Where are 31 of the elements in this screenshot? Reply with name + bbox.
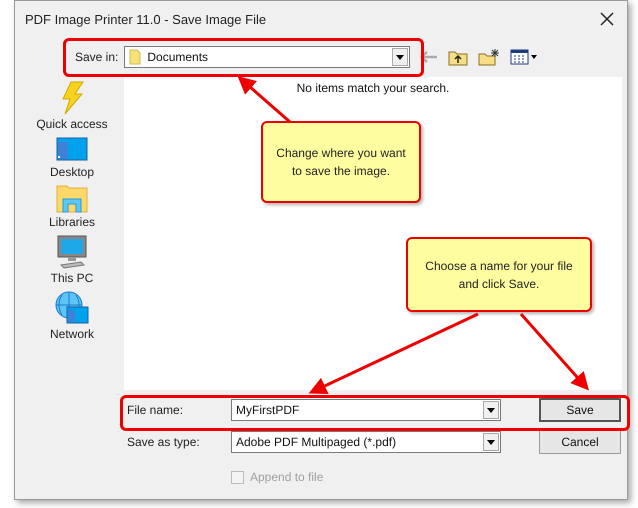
places-item[interactable]: Network (50, 291, 94, 341)
new-folder-icon[interactable] (478, 48, 500, 66)
file-name-field[interactable]: MyFirstPDF (231, 399, 501, 421)
save-in-dropdown[interactable]: Documents (124, 46, 410, 68)
file-name-label: File name: (127, 403, 184, 417)
view-menu-icon[interactable] (510, 49, 538, 65)
callout-note: Change where you want to save the image. (261, 121, 421, 203)
file-type-dropdown[interactable]: Adobe PDF Multipaged (*.pdf) (231, 431, 501, 453)
save-as-type-label: Save as type: (127, 435, 201, 449)
empty-message: No items match your search. (296, 81, 450, 97)
places-item[interactable]: This PC (50, 235, 94, 285)
places-item[interactable]: Quick access (36, 81, 108, 131)
close-icon[interactable] (600, 12, 614, 26)
callout-note: Choose a name for your file and click Save. (406, 237, 592, 312)
places-item[interactable]: Desktop (50, 137, 94, 179)
folder-icon (129, 49, 142, 65)
folder-icon (56, 185, 88, 213)
computer-icon (56, 235, 88, 269)
desktop-icon (56, 137, 88, 163)
globe-icon (54, 291, 90, 325)
append-label: Append to file (250, 470, 324, 484)
cancel-button[interactable]: Cancel (539, 430, 621, 454)
save-button[interactable]: Save (539, 398, 621, 422)
caret-icon (396, 54, 404, 60)
places-item[interactable]: Libraries (48, 185, 96, 229)
caret-icon (487, 408, 495, 412)
pointer-arrow (237, 76, 291, 124)
caret-icon (487, 440, 495, 444)
window-title: PDF Image Printer 11.0 - Save Image File (25, 12, 266, 26)
save-in-label: Save in: (75, 50, 118, 64)
back-arrow-icon[interactable] (420, 51, 438, 63)
